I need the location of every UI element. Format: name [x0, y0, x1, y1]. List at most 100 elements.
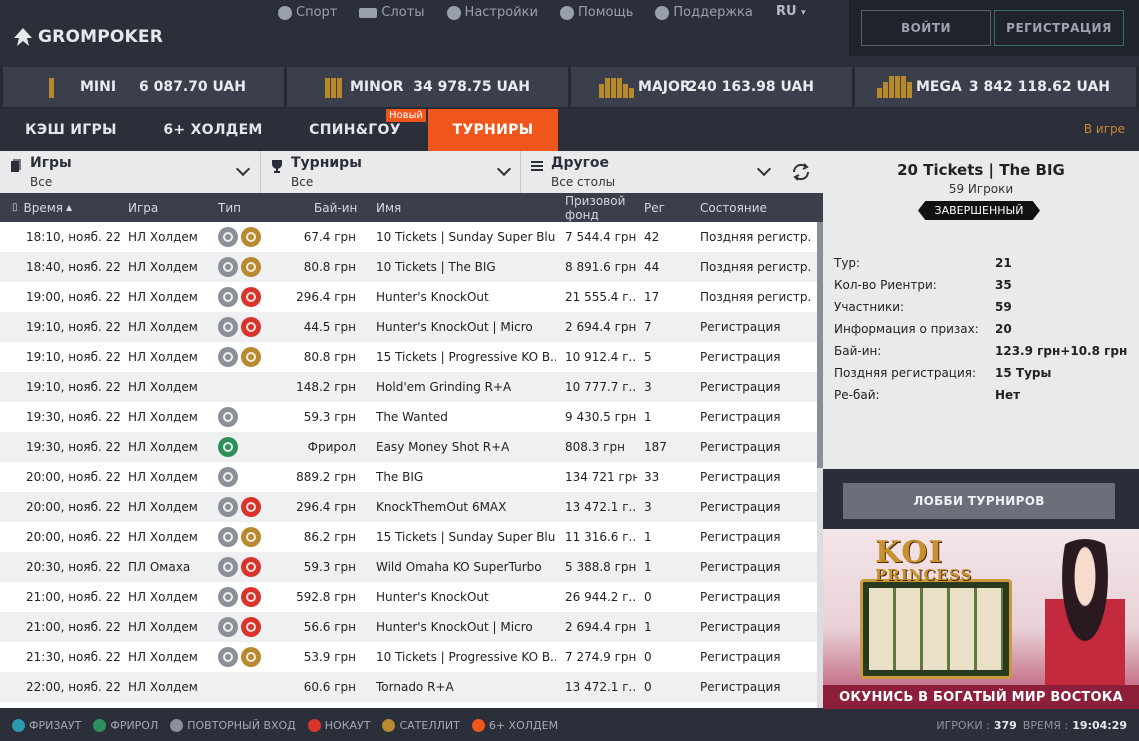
cell-game: НЛ Холдем — [128, 320, 198, 334]
help-icon — [559, 5, 574, 20]
table-row[interactable]: 19:30, нояб. 22 НЛ Холдем 59.3 грн The Want… — [0, 402, 817, 432]
nav-sport[interactable]: Спорт — [278, 5, 337, 20]
table-row[interactable]: 19:10, нояб. 22 НЛ Холдем 44.5 грн Hunter's… — [0, 312, 817, 342]
jackpot-name: MINOR — [350, 79, 404, 95]
cell-reg: 3 — [644, 500, 652, 514]
freeroll-icon — [93, 718, 107, 732]
table-row[interactable]: 19:10, нояб. 22 НЛ Холдем 80.8 грн 15 Ticke… — [0, 342, 817, 372]
cell-reg: 0 — [644, 650, 652, 664]
details-info-key: Кол-во Риентри: — [834, 278, 937, 292]
tab-cash-games[interactable]: КЭШ ИГРЫ — [0, 109, 142, 151]
filter-tournaments[interactable]: Турниры Все — [260, 151, 520, 193]
cell-game: НЛ Холдем — [128, 530, 198, 544]
trophy-icon — [272, 160, 282, 173]
in-game-link[interactable]: В игре — [1084, 122, 1125, 136]
slot-machine-image — [860, 579, 1012, 679]
reentry-icon — [218, 497, 238, 517]
table-row[interactable]: 20:00, нояб. 22 НЛ Холдем 86.2 грн 15 Ticke… — [0, 522, 817, 552]
details-title: 20 Tickets | The BIG — [897, 161, 1065, 179]
reentry-icon — [218, 617, 238, 637]
cell-reg: 3 — [644, 380, 652, 394]
cell-time: 20:00, нояб. 22 — [26, 500, 121, 514]
table-row[interactable]: 18:40, нояб. 22 НЛ Холдем 80.8 грн 10 Ticke… — [0, 252, 817, 282]
cell-time: 21:00, нояб. 22 — [26, 590, 121, 604]
cell-name: The BIG — [376, 470, 424, 484]
legend-label: НОКАУТ — [324, 718, 371, 732]
players-label: ИГРОКИ : — [936, 718, 990, 732]
column-reg[interactable]: Рег — [644, 193, 665, 222]
table-row[interactable]: 21:30, нояб. 22 НЛ Холдем 53.9 грн 10 Ticke… — [0, 642, 817, 672]
logo[interactable]: GROMPOKER — [12, 26, 163, 48]
table-row[interactable]: 19:30, нояб. 22 НЛ Холдем Фрирол Easy Money… — [0, 432, 817, 462]
promo-banner[interactable]: KOI PRINCESS ОКУНИСЬ В БОГАТЫЙ МИР ВОСТО… — [823, 529, 1139, 709]
column-name[interactable]: Имя — [376, 193, 401, 222]
table-row[interactable]: 20:00, нояб. 22 НЛ Холдем 296.4 грн KnockTh… — [0, 492, 817, 522]
cell-time: 19:00, нояб. 22 — [26, 290, 121, 304]
column-type[interactable]: Тип — [218, 193, 241, 222]
column-prize[interactable]: Призовой фонд — [565, 193, 625, 222]
nav-slots[interactable]: Слоты — [359, 5, 425, 20]
cell-game: НЛ Холдем — [128, 620, 198, 634]
filter-other[interactable]: Другое Все столы — [520, 151, 780, 193]
cell-buyin: 44.5 грн — [303, 320, 356, 334]
cell-status: Поздняя регистр... — [700, 230, 812, 244]
refresh-icon[interactable] — [790, 161, 812, 183]
table-row[interactable]: 19:10, нояб. 22 НЛ Холдем 148.2 грн Hold'em… — [0, 372, 817, 402]
reentry-icon — [218, 587, 238, 607]
filter-games-title: Игры — [30, 155, 72, 171]
cell-game: ПЛ Омаха — [128, 560, 191, 574]
table-row[interactable]: 18:10, нояб. 22 НЛ Холдем 67.4 грн 10 Ticke… — [0, 222, 817, 252]
tab-6plus-holdem[interactable]: 6+ ХОЛДЕМ — [142, 109, 284, 151]
register-button[interactable]: РЕГИСТРАЦИЯ — [994, 10, 1124, 46]
header: GROMPOKER Спорт Слоты Настройки Помощь П… — [0, 0, 1139, 66]
column-buyin[interactable]: Бай-ин — [314, 193, 357, 222]
cell-reg: 187 — [644, 440, 667, 454]
top-nav: Спорт Слоты Настройки Помощь Поддержка — [278, 5, 753, 20]
table-row[interactable]: 19:00, нояб. 22 НЛ Холдем 296.4 грн Hunter'… — [0, 282, 817, 312]
cell-status: Регистрация — [700, 530, 781, 544]
table-row[interactable]: 20:00, нояб. 22 НЛ Холдем 889.2 грн The BIG… — [0, 462, 817, 492]
nav-support[interactable]: Поддержка — [655, 5, 753, 20]
language-select[interactable]: RU ▾ — [776, 4, 806, 19]
freeroll-icon — [218, 437, 238, 457]
column-status[interactable]: Состояние — [700, 193, 767, 222]
chevron-down-icon — [756, 161, 772, 177]
cell-reg: 33 — [644, 470, 660, 484]
cell-reg: 0 — [644, 680, 652, 694]
satellite-icon — [241, 647, 261, 667]
details-info-row: Тур: 21 — [834, 252, 1134, 274]
cell-time: 21:30, нояб. 22 — [26, 650, 121, 664]
table-row[interactable]: 21:00, нояб. 22 НЛ Холдем 592.8 грн Hunter'… — [0, 582, 817, 612]
table-row[interactable]: 21:00, нояб. 22 НЛ Холдем 56.6 грн Hunter's… — [0, 612, 817, 642]
knockout-icon — [307, 718, 321, 732]
jackpot-major: MAJOR 240 163.98 UAH — [571, 67, 852, 107]
jackpot-bars-icon — [877, 76, 912, 98]
column-time[interactable]: ▯ Время ▲ — [12, 193, 72, 222]
jackpot-bars-icon — [49, 76, 60, 98]
table-row[interactable]: 22:00, нояб. 22 НЛ Холдем 60.6 грн Tornado … — [0, 672, 817, 702]
satellite-icon — [241, 227, 261, 247]
cell-buyin: 67.4 грн — [303, 230, 356, 244]
tab-tournaments[interactable]: ТУРНИРЫ — [428, 109, 558, 151]
nav-settings[interactable]: Настройки — [446, 5, 538, 20]
login-button[interactable]: ВОЙТИ — [861, 10, 991, 46]
cell-time: 18:10, нояб. 22 — [26, 230, 121, 244]
nav-help[interactable]: Помощь — [559, 5, 633, 20]
filter-games-value: Все — [30, 175, 53, 189]
cell-prize: 2 694.4 грн — [565, 620, 637, 634]
cell-status: Регистрация — [700, 440, 781, 454]
cell-prize: 11 316.6 г... — [565, 530, 637, 544]
column-game[interactable]: Игра — [128, 193, 158, 222]
cell-game: НЛ Холдем — [128, 650, 198, 664]
reentry-icon — [218, 227, 238, 247]
cell-game: НЛ Холдем — [128, 440, 198, 454]
cell-buyin: 60.6 грн — [303, 680, 356, 694]
table-row[interactable]: 20:30, нояб. 22 ПЛ Омаха 59.3 грн Wild Omah… — [0, 552, 817, 582]
cell-game: НЛ Холдем — [128, 680, 198, 694]
cell-status: Регистрация — [700, 350, 781, 364]
tournament-lobby-button[interactable]: ЛОББИ ТУРНИРОВ — [843, 483, 1115, 519]
cell-prize: 9 430.5 грн — [565, 410, 637, 424]
filter-games[interactable]: Игры Все — [0, 151, 260, 193]
cell-name: 10 Tickets | The BIG — [376, 260, 496, 274]
cell-buyin: 80.8 грн — [303, 350, 356, 364]
